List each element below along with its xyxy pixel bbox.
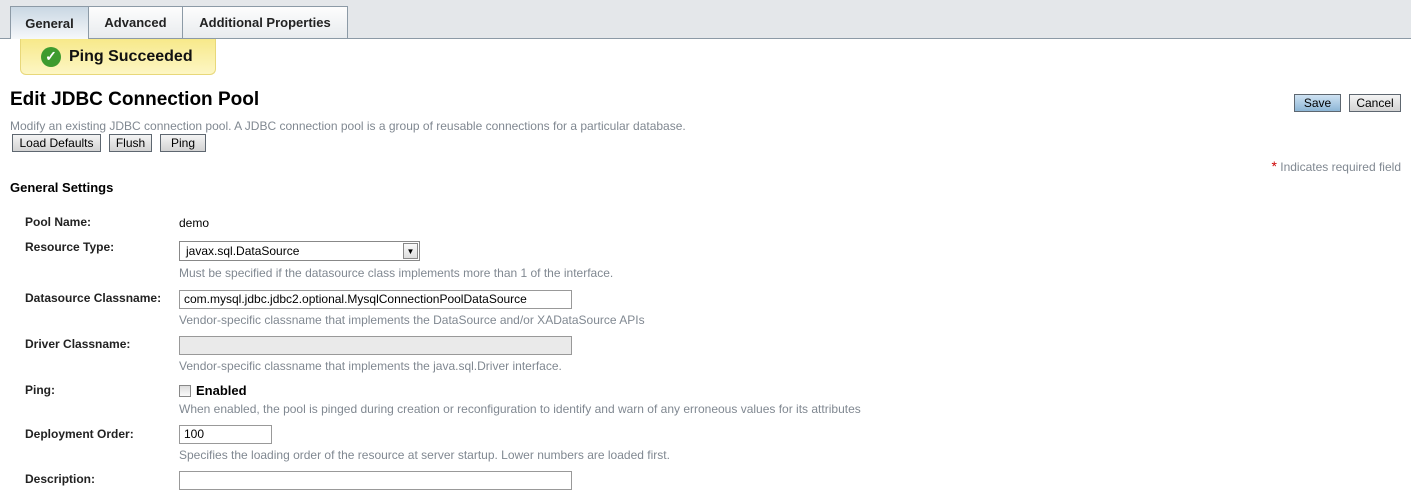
datasource-classname-input[interactable]: com.mysql.jdbc.jdbc2.optional.MysqlConne…	[179, 290, 572, 309]
driver-classname-help: Vendor-specific classname that implement…	[179, 359, 562, 373]
resource-type-label: Resource Type:	[25, 240, 115, 254]
chevron-down-icon[interactable]: ▼	[403, 243, 418, 259]
ping-label: Ping:	[25, 383, 55, 397]
deployment-order-help: Specifies the loading order of the resou…	[179, 448, 670, 462]
resource-type-value: javax.sql.DataSource	[186, 244, 300, 258]
pool-name-value: demo	[179, 216, 210, 230]
datasource-classname-help: Vendor-specific classname that implement…	[179, 313, 645, 327]
datasource-classname-label: Datasource Classname:	[25, 291, 162, 305]
resource-type-help: Must be specified if the datasource clas…	[179, 266, 614, 280]
ping-succeeded-alert: ✓ Ping Succeeded	[20, 39, 216, 75]
tab-additional-properties[interactable]: Additional Properties	[182, 6, 348, 38]
driver-classname-label: Driver Classname:	[25, 337, 131, 351]
required-star: *	[1271, 158, 1277, 174]
ping-enabled-checkbox[interactable]	[179, 385, 191, 397]
save-button[interactable]: Save	[1294, 94, 1341, 112]
description-label: Description:	[25, 472, 96, 486]
tab-advanced[interactable]: Advanced	[88, 6, 183, 38]
section-title: General Settings	[10, 180, 114, 195]
tab-general[interactable]: General	[10, 6, 89, 39]
load-defaults-button[interactable]: Load Defaults	[12, 134, 101, 152]
description-input[interactable]	[179, 471, 572, 490]
flush-button[interactable]: Flush	[109, 134, 152, 152]
ping-help: When enabled, the pool is pinged during …	[179, 402, 861, 416]
deployment-order-label: Deployment Order:	[25, 427, 134, 441]
ping-enabled-label: Enabled	[196, 383, 247, 398]
driver-classname-input[interactable]	[179, 336, 572, 355]
check-circle-icon: ✓	[41, 46, 61, 67]
required-note-text: Indicates required field	[1280, 160, 1401, 174]
pool-name-label: Pool Name:	[25, 215, 92, 229]
tab-bar: General Advanced Additional Properties	[0, 0, 1411, 39]
cancel-button[interactable]: Cancel	[1349, 94, 1401, 112]
page-title: Edit JDBC Connection Pool	[10, 89, 260, 110]
page-description: Modify an existing JDBC connection pool.…	[10, 119, 686, 133]
resource-type-select[interactable]: javax.sql.DataSource ▼	[179, 241, 420, 261]
deployment-order-input[interactable]: 100	[179, 425, 272, 444]
required-field-note: * Indicates required field	[1271, 158, 1401, 174]
alert-text: Ping Succeeded	[69, 47, 193, 65]
ping-button[interactable]: Ping	[160, 134, 206, 152]
